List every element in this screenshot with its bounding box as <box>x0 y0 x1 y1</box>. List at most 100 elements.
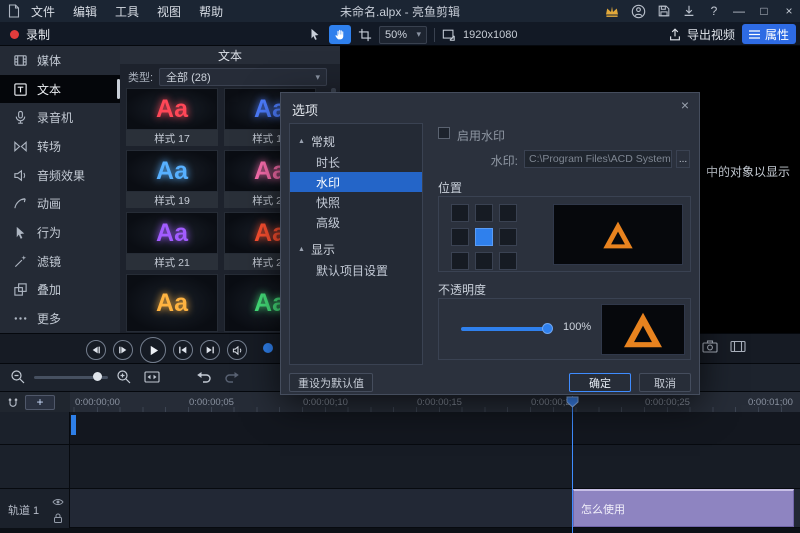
seek-slider-handle[interactable] <box>263 343 273 353</box>
position-cell[interactable] <box>475 204 493 222</box>
export-icon <box>668 28 682 42</box>
nav-item-advanced[interactable]: 高级 <box>290 212 422 232</box>
text-style-label: 样式 17 <box>126 130 218 146</box>
minimize-button[interactable]: — <box>732 4 746 18</box>
canvas-size-icon[interactable] <box>442 28 456 42</box>
save-icon[interactable] <box>657 4 671 18</box>
properties-button[interactable]: 属性 <box>742 24 796 44</box>
export-video-button[interactable]: 导出视频 <box>668 25 735 44</box>
nav-group-display[interactable]: ▲ 显示 <box>290 238 422 260</box>
maximize-button[interactable]: □ <box>757 4 771 18</box>
nav-item-default-project-settings[interactable]: 默认项目设置 <box>290 260 422 280</box>
timeline-zoom-handle[interactable] <box>93 372 102 381</box>
lock-icon[interactable] <box>52 512 64 524</box>
close-button[interactable]: × <box>782 4 796 18</box>
sidebar-item-text[interactable]: 文本 <box>0 75 120 104</box>
track-lane[interactable] <box>70 412 800 444</box>
text-style-card[interactable]: Aa 样式 17 <box>126 88 218 146</box>
sidebar-item-transitions[interactable]: 转场 <box>0 132 120 161</box>
properties-label: 属性 <box>765 26 789 43</box>
animation-icon <box>13 196 28 211</box>
track-lane[interactable] <box>70 445 800 488</box>
text-style-preview: Aa <box>126 212 218 254</box>
sidebar-item-recorder[interactable]: 录音机 <box>0 103 120 132</box>
position-cell[interactable] <box>451 228 469 246</box>
fit-timeline-icon[interactable] <box>144 370 160 384</box>
nav-item-duration[interactable]: 时长 <box>290 152 422 172</box>
position-cell[interactable] <box>499 252 517 270</box>
position-cell[interactable] <box>451 204 469 222</box>
snapshot-camera-icon[interactable] <box>702 340 718 353</box>
mute-button[interactable] <box>227 340 247 360</box>
text-style-card[interactable]: Aa <box>126 274 218 332</box>
position-cell[interactable] <box>499 204 517 222</box>
go-to-start-button[interactable] <box>173 340 193 360</box>
hand-tool-button[interactable] <box>329 25 351 44</box>
timeline-marker[interactable] <box>71 415 76 435</box>
ok-button[interactable]: 确定 <box>569 373 631 392</box>
collapse-icon: ▲ <box>298 138 305 145</box>
record-icon <box>10 30 19 39</box>
opacity-slider[interactable] <box>461 327 549 331</box>
nav-group-general[interactable]: ▲ 常规 <box>290 130 422 152</box>
help-icon[interactable]: ? <box>707 4 721 18</box>
sidebar-item-behaviors[interactable]: 行为 <box>0 218 120 247</box>
menu-help[interactable]: 帮助 <box>190 3 232 20</box>
position-grid <box>451 204 517 270</box>
crown-icon[interactable] <box>604 4 620 18</box>
select-tool-icon[interactable] <box>308 27 322 42</box>
menu-edit[interactable]: 编辑 <box>64 3 106 20</box>
playhead-marker[interactable] <box>566 396 579 408</box>
zoom-value: 50% <box>385 29 407 41</box>
nav-item-snapshot[interactable]: 快照 <box>290 192 422 212</box>
zoom-select[interactable]: 50% ▾ <box>379 26 427 44</box>
account-icon[interactable] <box>631 4 646 19</box>
position-cell[interactable] <box>499 228 517 246</box>
go-to-end-button[interactable] <box>200 340 220 360</box>
type-select[interactable]: 全部 (28) ▾ <box>159 68 327 86</box>
browse-button[interactable]: ... <box>676 150 690 168</box>
text-style-label: 样式 21 <box>126 254 218 270</box>
menu-file[interactable]: 文件 <box>22 3 64 20</box>
opacity-slider-handle[interactable] <box>542 323 553 334</box>
track-header-column: 轨道 1 <box>0 412 70 528</box>
cancel-button[interactable]: 取消 <box>639 373 691 392</box>
enable-watermark-checkbox[interactable] <box>438 127 450 139</box>
layers-icon <box>13 282 28 297</box>
watermark-path-input[interactable]: C:\Program Files\ACD Systems\ACDSee Lux <box>524 150 672 168</box>
nav-item-watermark[interactable]: 水印 <box>290 172 422 192</box>
sidebar-item-animation[interactable]: 动画 <box>0 190 120 219</box>
menu-view[interactable]: 视图 <box>148 3 190 20</box>
clip-label: 怎么使用 <box>581 501 625 517</box>
zoom-out-icon[interactable] <box>10 369 26 385</box>
crop-tool-icon[interactable] <box>358 28 372 42</box>
sidebar-item-more[interactable]: 更多 <box>0 304 120 333</box>
magnet-icon[interactable] <box>7 396 19 409</box>
position-cell-selected[interactable] <box>475 228 493 246</box>
text-style-card[interactable]: Aa 样式 21 <box>126 212 218 270</box>
sidebar-item-filters[interactable]: 滤镜 <box>0 247 120 276</box>
reset-defaults-button[interactable]: 重设为默认值 <box>289 373 373 392</box>
text-style-card[interactable]: Aa 样式 19 <box>126 150 218 208</box>
undo-icon[interactable] <box>196 369 212 385</box>
eye-icon[interactable] <box>52 496 64 508</box>
add-track-button[interactable]: + <box>25 395 55 410</box>
position-cell[interactable] <box>451 252 469 270</box>
position-cell[interactable] <box>475 252 493 270</box>
film-strip-icon[interactable] <box>730 340 746 353</box>
menu-tools[interactable]: 工具 <box>106 3 148 20</box>
redo-icon[interactable] <box>224 369 240 385</box>
sidebar-item-overlay[interactable]: 叠加 <box>0 276 120 305</box>
frame-back-button[interactable] <box>86 340 106 360</box>
close-icon[interactable]: × <box>681 97 689 113</box>
sidebar-item-media[interactable]: 媒体 <box>0 46 120 75</box>
frame-forward-button[interactable] <box>113 340 133 360</box>
playhead-line[interactable] <box>572 396 573 533</box>
timeline-clip[interactable]: 怎么使用 <box>573 489 794 527</box>
record-button[interactable]: 录制 <box>10 25 50 44</box>
sidebar-item-audio-effects[interactable]: 音频效果 <box>0 161 120 190</box>
zoom-in-icon[interactable] <box>116 369 132 385</box>
download-icon[interactable] <box>682 4 696 18</box>
play-button[interactable] <box>140 337 166 363</box>
export-label: 导出视频 <box>687 26 735 43</box>
